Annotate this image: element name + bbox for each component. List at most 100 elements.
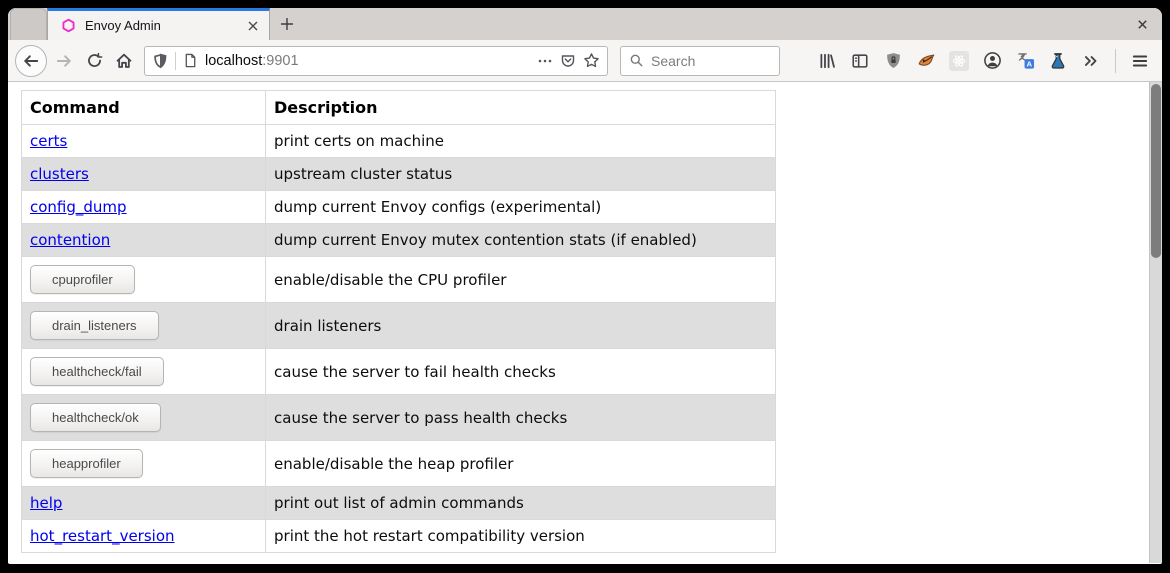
new-tab-button[interactable] — [270, 8, 304, 40]
command-cell: config_dump — [22, 191, 266, 224]
description-cell: dump current Envoy mutex contention stat… — [266, 224, 776, 257]
shield-lock-extension-button[interactable] — [878, 46, 908, 76]
table-row: healthcheck/fail cause the server to fail… — [22, 349, 776, 395]
pocket-icon[interactable] — [560, 53, 576, 69]
window-close-button[interactable] — [1122, 8, 1162, 40]
reload-button[interactable] — [79, 46, 109, 76]
home-icon — [115, 52, 133, 70]
command-link-help[interactable]: help — [30, 494, 62, 512]
table-row: clustersupstream cluster status — [22, 158, 776, 191]
tab-title: Envoy Admin — [85, 18, 237, 33]
description-cell: print out list of admin commands — [266, 487, 776, 520]
forward-icon — [55, 52, 73, 70]
reload-icon — [86, 52, 103, 69]
tabstrip-drag-area — [304, 8, 1122, 40]
command-cell: clusters — [22, 158, 266, 191]
tab-envoy-admin[interactable]: Envoy Admin — [47, 8, 270, 40]
titlebar-spacer — [10, 8, 47, 40]
search-input[interactable] — [651, 53, 771, 69]
scrollbar-thumb[interactable] — [1151, 84, 1161, 258]
command-cell: healthcheck/fail — [22, 349, 266, 395]
description-cell: print the hot restart compatibility vers… — [266, 520, 776, 553]
command-cell: healthcheck/ok — [22, 395, 266, 441]
table-row: heapprofiler enable/disable the heap prof… — [22, 441, 776, 487]
table-row: hot_restart_version print the hot restart… — [22, 520, 776, 553]
table-row: drain_listeners drain listeners — [22, 303, 776, 349]
menu-button[interactable] — [1125, 46, 1155, 76]
table-row: cpuprofiler enable/disable the CPU profil… — [22, 257, 776, 303]
table-row: contention dump current Envoy mutex conte… — [22, 224, 776, 257]
library-icon — [818, 52, 836, 70]
description-cell: cause the server to fail health checks — [266, 349, 776, 395]
account-icon — [983, 51, 1002, 70]
fox-extension-icon — [917, 51, 936, 70]
command-link-config_dump[interactable]: config_dump — [30, 198, 127, 216]
browser-window: Envoy Admin — [8, 8, 1162, 564]
back-button[interactable] — [15, 45, 47, 77]
command-cell: drain_listeners — [22, 303, 266, 349]
description-cell: enable/disable the CPU profiler — [266, 257, 776, 303]
sidebar-button[interactable] — [845, 46, 875, 76]
overflow-button[interactable] — [1076, 46, 1106, 76]
menu-hamburger-icon — [1131, 52, 1149, 70]
command-cell: cpuprofiler — [22, 257, 266, 303]
column-header-description: Description — [266, 91, 776, 125]
library-button[interactable] — [812, 46, 842, 76]
command-table: Command Description certs print certs on … — [21, 90, 776, 553]
description-cell: print certs on machine — [266, 125, 776, 158]
command-cell: certs — [22, 125, 266, 158]
new-tab-icon — [279, 16, 295, 32]
tab-close-icon[interactable] — [246, 19, 260, 33]
translate-extension-icon: A — [1016, 51, 1035, 70]
command-button-drain_listeners[interactable]: drain_listeners — [30, 311, 159, 340]
command-cell: heapprofiler — [22, 441, 266, 487]
envoy-favicon-icon — [61, 18, 76, 33]
back-icon — [22, 52, 40, 70]
vertical-scrollbar[interactable] — [1149, 82, 1162, 563]
command-link-clusters[interactable]: clusters — [30, 165, 89, 183]
table-row: help print out list of admin commands — [22, 487, 776, 520]
translate-extension-button[interactable]: A — [1010, 46, 1040, 76]
toolbar-separator — [1115, 49, 1116, 73]
table-row: certs print certs on machine — [22, 125, 776, 158]
url-port: :9901 — [262, 53, 298, 69]
bookmark-star-icon[interactable] — [583, 52, 600, 69]
flask-extension-icon — [1049, 52, 1067, 70]
navigation-toolbar: localhost:9901 — [8, 40, 1162, 82]
url-bar[interactable]: localhost:9901 — [144, 46, 608, 76]
url-host: localhost — [205, 53, 262, 69]
tab-strip: Envoy Admin — [8, 8, 1162, 40]
tracking-protection-shield-icon[interactable] — [152, 53, 168, 69]
search-bar[interactable] — [620, 46, 780, 76]
description-cell: drain listeners — [266, 303, 776, 349]
command-link-hot_restart_version[interactable]: hot_restart_version — [30, 527, 175, 545]
command-link-certs[interactable]: certs — [30, 132, 67, 150]
command-link-contention[interactable]: contention — [30, 231, 110, 249]
column-header-command: Command — [22, 91, 266, 125]
page-actions-dots-icon[interactable] — [537, 53, 553, 69]
description-cell: cause the server to pass health checks — [266, 395, 776, 441]
forward-button[interactable] — [49, 46, 79, 76]
description-cell: enable/disable the heap profiler — [266, 441, 776, 487]
command-button-cpuprofiler[interactable]: cpuprofiler — [30, 265, 135, 294]
atom-extension-icon — [949, 51, 969, 71]
command-button-healthcheck/ok[interactable]: healthcheck/ok — [30, 403, 161, 432]
atom-extension-button[interactable] — [944, 46, 974, 76]
command-cell: help — [22, 487, 266, 520]
account-button[interactable] — [977, 46, 1007, 76]
command-table-body: certs print certs on machineclustersupstr… — [22, 125, 776, 553]
search-icon — [629, 53, 644, 68]
page-content: Command Description certs print certs on … — [8, 82, 1162, 563]
overflow-chevron-icon — [1082, 52, 1100, 70]
flask-extension-button[interactable] — [1043, 46, 1073, 76]
command-cell: hot_restart_version — [22, 520, 266, 553]
command-button-heapprofiler[interactable]: heapprofiler — [30, 449, 143, 478]
fox-extension-button[interactable] — [911, 46, 941, 76]
table-row: config_dumpdump current Envoy configs (e… — [22, 191, 776, 224]
page-info-icon[interactable] — [183, 53, 198, 68]
command-button-healthcheck/fail[interactable]: healthcheck/fail — [30, 357, 164, 386]
svg-text:A: A — [1026, 59, 1032, 68]
url-text: localhost:9901 — [205, 53, 299, 69]
home-button[interactable] — [109, 46, 139, 76]
urlbar-separator — [175, 52, 176, 70]
